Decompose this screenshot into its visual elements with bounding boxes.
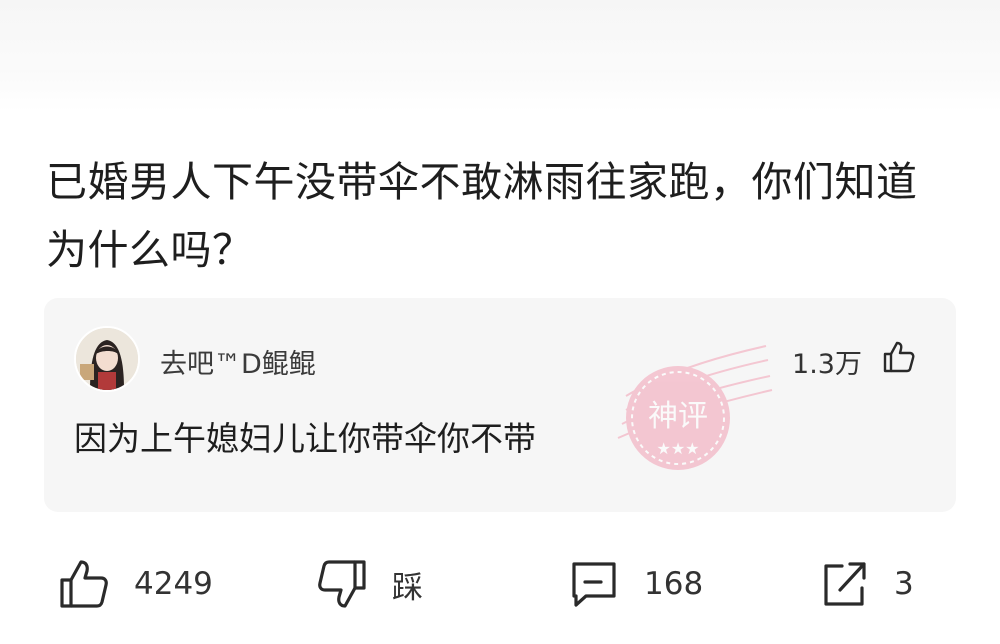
post-title: 已婚男人下午没带伞不敢淋雨往家跑，你们知道为什么吗？ <box>46 158 918 274</box>
dislike-button[interactable]: 踩 <box>316 548 423 620</box>
comment-count: 168 <box>644 566 704 602</box>
user-avatar[interactable] <box>74 326 140 392</box>
like-button[interactable]: 4249 <box>58 548 213 620</box>
thumbs-up-icon <box>60 560 108 608</box>
hot-comment-badge: 神评 ★★★ <box>616 326 776 486</box>
comment-bubble-icon <box>572 562 616 607</box>
share-icon <box>824 562 866 606</box>
dislike-label: 踩 <box>392 569 423 606</box>
hot-comment-card[interactable]: 去吧™D鲲鲲 神评 ★★★ 1.3万 因为上午媳妇儿让你带伞你不带 <box>44 298 956 512</box>
badge-text: 神评 <box>648 399 708 434</box>
thumbs-down-icon <box>318 560 366 608</box>
comment-like-count: 1.3万 <box>792 349 862 380</box>
action-bar: 4249 踩 168 3 <box>0 548 1000 620</box>
top-header-area <box>0 0 1000 112</box>
comment-thumbs-up-icon[interactable] <box>882 340 916 374</box>
share-count: 3 <box>894 566 914 602</box>
comment-text: 因为上午媳妇儿让你带伞你不带 <box>74 419 536 458</box>
comment-username[interactable]: 去吧™D鲲鲲 <box>160 342 316 381</box>
like-count: 4249 <box>134 566 213 602</box>
comment-button[interactable]: 168 <box>568 548 703 620</box>
share-button[interactable]: 3 <box>818 548 914 620</box>
svg-text:★★★: ★★★ <box>656 439 699 458</box>
